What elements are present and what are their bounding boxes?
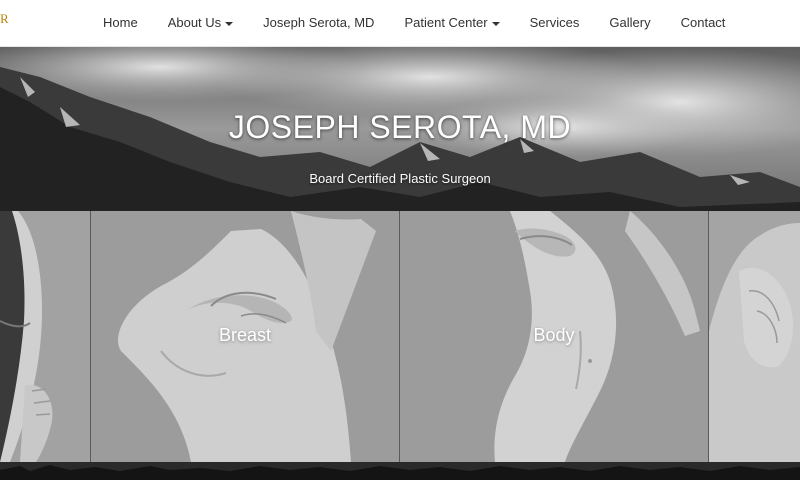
hero-subtitle: Board Certified Plastic Surgeon	[309, 171, 491, 186]
gallery-tile-face[interactable]	[0, 211, 90, 462]
nav-item-label: Contact	[680, 15, 726, 30]
page-title: JOSEPH SEROTA, MD	[228, 109, 572, 145]
nav-item-label: About Us	[167, 15, 222, 30]
main-nav: Home About Us Joseph Serota, MD Patient …	[88, 0, 740, 46]
caret-down-icon	[225, 21, 234, 26]
tile-label: Body	[533, 325, 575, 345]
gallery-tile-body[interactable]: Body	[400, 211, 708, 462]
nav-item-about-us[interactable]: About Us	[153, 0, 248, 46]
gallery-tile-partial[interactable]	[709, 211, 800, 462]
gallery-tile-breast[interactable]: Breast	[91, 211, 399, 462]
top-navbar: R Home About Us Joseph Serota, MD Patien…	[0, 0, 800, 47]
nav-item-gallery[interactable]: Gallery	[594, 0, 665, 46]
logo[interactable]: R	[0, 11, 9, 27]
nav-item-label: Patient Center	[404, 15, 488, 30]
nav-item-joseph-serota[interactable]: Joseph Serota, MD	[248, 0, 389, 46]
procedure-photo	[709, 211, 800, 462]
nav-item-label: Home	[103, 15, 138, 30]
landscape-strip	[0, 462, 800, 480]
nav-item-label: Gallery	[609, 15, 651, 30]
nav-item-contact[interactable]: Contact	[666, 0, 741, 46]
nav-item-patient-center[interactable]: Patient Center	[389, 0, 514, 46]
caret-down-icon	[491, 21, 500, 26]
tree-line-image	[0, 462, 800, 480]
tile-label: Breast	[218, 325, 272, 345]
hero-banner: JOSEPH SEROTA, MD Board Certified Plasti…	[0, 47, 800, 211]
nav-item-label: Services	[529, 15, 580, 30]
nav-item-home[interactable]: Home	[88, 0, 153, 46]
face-photo	[0, 211, 90, 462]
nav-item-services[interactable]: Services	[515, 0, 595, 46]
nav-item-label: Joseph Serota, MD	[263, 15, 375, 30]
procedure-gallery: Breast Body	[0, 211, 800, 462]
